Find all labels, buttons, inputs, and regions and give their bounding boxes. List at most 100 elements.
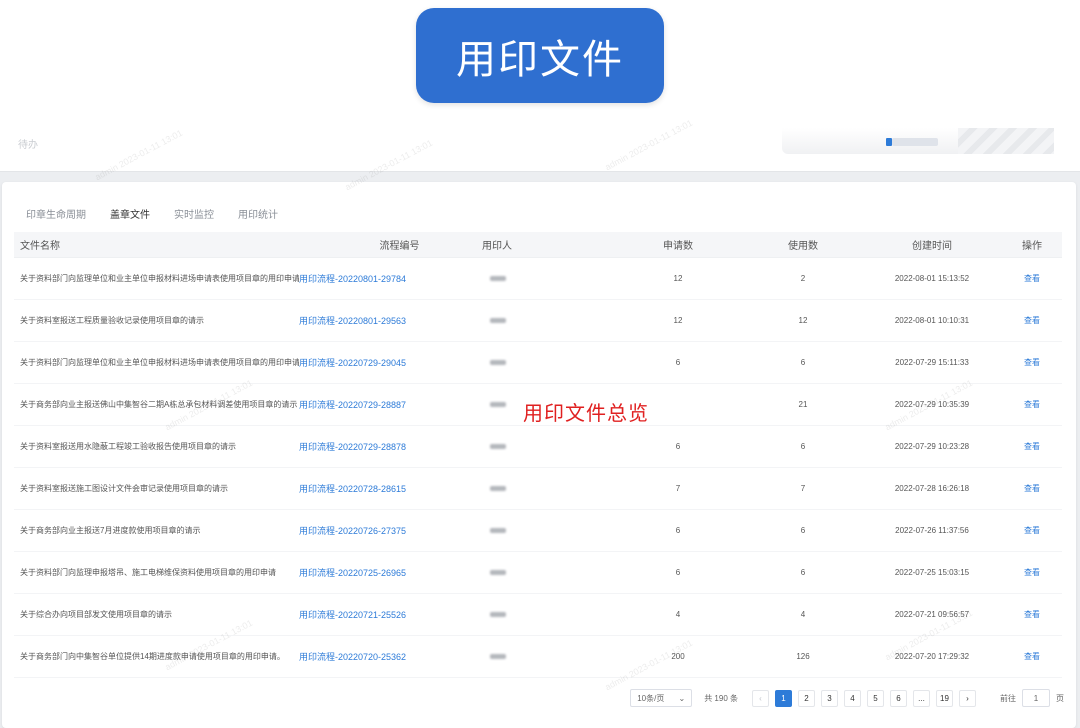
flow-number-link[interactable]: 用印流程-20220801-29563 [299, 314, 482, 327]
apply-count: 7 [675, 484, 681, 493]
flow-link-text[interactable]: 用印流程-20220721-25526 [299, 610, 406, 620]
header-time[interactable]: 创建时间 [862, 237, 1002, 252]
flow-number-link[interactable]: 用印流程-20220726-27375 [299, 524, 482, 537]
table-row: 关于商务部向业主报送7月进度款使用项目章的请示 用印流程-20220726-273… [14, 510, 1062, 552]
flow-number-link[interactable]: 用印流程-20220801-29784 [299, 272, 482, 285]
table-body: 关于资料部门向监理单位和业主单位申报材料进场申请表使用项目章的用印申请 用印流程-… [14, 258, 1062, 678]
user-cell [482, 484, 612, 493]
next-page-button[interactable]: › [959, 689, 976, 707]
apply-count: 6 [675, 358, 681, 367]
user-cell [482, 316, 612, 325]
view-link-text[interactable]: 查看 [1024, 484, 1040, 493]
view-link-text[interactable]: 查看 [1024, 358, 1040, 367]
page-button[interactable]: 2 [798, 689, 815, 707]
page-button[interactable]: 6 [890, 689, 907, 707]
view-link-text[interactable]: 查看 [1024, 526, 1040, 535]
page-button[interactable]: 5 [867, 689, 884, 707]
view-link-text[interactable]: 查看 [1024, 442, 1040, 451]
used-count: 4 [800, 610, 806, 619]
user-cell [482, 652, 612, 661]
page-button[interactable]: 4 [844, 689, 861, 707]
title-banner: 用印文件 [416, 8, 664, 103]
file-name: 关于资料部门向监理单位和业主单位申报材料进场申请表使用项目章的用印申请 [20, 358, 299, 367]
flow-link-text[interactable]: 用印流程-20220726-27375 [299, 526, 406, 536]
view-link[interactable]: 查看 [1002, 441, 1062, 452]
page-ellipsis-button[interactable]: ... [913, 689, 930, 707]
header-used[interactable]: 使用数 [744, 237, 862, 252]
tab-realtime-monitor[interactable]: 实时监控 [162, 198, 226, 232]
view-link-text[interactable]: 查看 [1024, 652, 1040, 661]
page-button[interactable]: 1 [775, 689, 792, 707]
flow-link-text[interactable]: 用印流程-20220729-28878 [299, 442, 406, 452]
view-link[interactable]: 查看 [1002, 315, 1062, 326]
prev-page-button[interactable]: ‹ [752, 689, 769, 707]
table-row: 关于资料部门向监理申报塔吊、施工电梯维保资料使用项目章的用印申请 用印流程-202… [14, 552, 1062, 594]
tab-stamped-files[interactable]: 盖章文件 [98, 198, 162, 234]
created-time: 2022-07-29 10:35:39 [894, 400, 970, 409]
tab-usage-stats[interactable]: 用印统计 [226, 198, 290, 232]
view-link[interactable]: 查看 [1002, 525, 1062, 536]
view-link-text[interactable]: 查看 [1024, 316, 1040, 325]
flow-number-link[interactable]: 用印流程-20220729-28887 [299, 398, 482, 411]
page-button[interactable]: 3 [821, 689, 838, 707]
apply-count: 6 [675, 568, 681, 577]
page-size-select[interactable]: 10条/页 ⌄ [630, 689, 693, 707]
flow-link-text[interactable]: 用印流程-20220729-29045 [299, 358, 406, 368]
view-link[interactable]: 查看 [1002, 567, 1062, 578]
used-count: 7 [800, 484, 806, 493]
flow-link-text[interactable]: 用印流程-20220725-26965 [299, 568, 406, 578]
user-cell [482, 442, 612, 451]
header-name[interactable]: 文件名称 [14, 237, 299, 252]
created-time: 2022-07-28 16:26:18 [894, 484, 970, 493]
flow-link-text[interactable]: 用印流程-20220801-29563 [299, 316, 406, 326]
view-link[interactable]: 查看 [1002, 651, 1062, 662]
table-row: 关于商务部门向中集智谷单位提供14期进度款申请使用项目章的用印申请。 用印流程-2… [14, 636, 1062, 678]
apply-count: 200 [671, 652, 685, 661]
view-link[interactable]: 查看 [1002, 483, 1062, 494]
file-name: 关于商务部门向中集智谷单位提供14期进度款申请使用项目章的用印申请。 [20, 652, 285, 661]
view-link-text[interactable]: 查看 [1024, 568, 1040, 577]
used-count: 6 [800, 442, 806, 451]
flow-number-link[interactable]: 用印流程-20220720-25362 [299, 650, 482, 663]
flow-link-text[interactable]: 用印流程-20220729-28887 [299, 400, 406, 410]
flow-number-link[interactable]: 用印流程-20220728-28615 [299, 482, 482, 495]
apply-count: 12 [673, 316, 683, 325]
files-table: 文件名称 流程编号 用印人 申请数 使用数 创建时间 操作 关于资料部门向监理单… [14, 232, 1062, 678]
decorative-stripes [958, 128, 1054, 154]
tab-seal-lifecycle[interactable]: 印章生命周期 [14, 198, 98, 232]
header-flow[interactable]: 流程编号 [299, 237, 482, 252]
header-apply[interactable]: 申请数 [612, 237, 744, 252]
view-link-text[interactable]: 查看 [1024, 400, 1040, 409]
flow-number-link[interactable]: 用印流程-20220729-28878 [299, 440, 482, 453]
created-time: 2022-08-01 15:13:52 [894, 274, 970, 283]
flow-link-text[interactable]: 用印流程-20220728-28615 [299, 484, 406, 494]
used-count: 6 [800, 526, 806, 535]
flow-number-link[interactable]: 用印流程-20220729-29045 [299, 356, 482, 369]
view-link[interactable]: 查看 [1002, 273, 1062, 284]
file-name: 关于资料部门向监理单位和业主单位申报材料进场申请表使用项目章的用印申请 [20, 274, 299, 283]
flow-link-text[interactable]: 用印流程-20220720-25362 [299, 652, 406, 662]
blurred-user-name [490, 360, 506, 365]
blurred-user-name [490, 402, 506, 407]
apply-count: 6 [675, 526, 681, 535]
blurred-user-name [490, 276, 506, 281]
view-link-text[interactable]: 查看 [1024, 274, 1040, 283]
table-row: 关于综合办向项目部发文使用项目章的请示 用印流程-20220721-25526 4 4… [14, 594, 1062, 636]
user-cell [482, 568, 612, 577]
view-link[interactable]: 查看 [1002, 357, 1062, 368]
flow-link-text[interactable]: 用印流程-20220801-29784 [299, 274, 406, 284]
goto-page-input[interactable]: 1 [1022, 689, 1050, 707]
view-link[interactable]: 查看 [1002, 399, 1062, 410]
blurred-user-name [490, 486, 506, 491]
user-cell [482, 526, 612, 535]
header-user[interactable]: 用印人 [482, 237, 612, 252]
blurred-user-name [490, 654, 506, 659]
view-link-text[interactable]: 查看 [1024, 610, 1040, 619]
blurred-user-name [490, 570, 506, 575]
blurred-user-name [490, 444, 506, 449]
flow-number-link[interactable]: 用印流程-20220725-26965 [299, 566, 482, 579]
main-card: 印章生命周期 盖章文件 实时监控 用印统计 文件名称 流程编号 用印人 申请数 … [2, 182, 1076, 728]
flow-number-link[interactable]: 用印流程-20220721-25526 [299, 608, 482, 621]
view-link[interactable]: 查看 [1002, 609, 1062, 620]
page-button[interactable]: 19 [936, 689, 953, 707]
